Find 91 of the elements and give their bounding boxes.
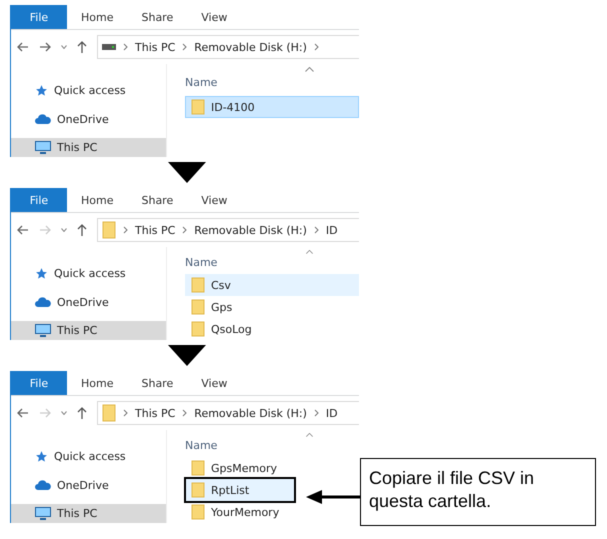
ribbon-tab[interactable]: Share [127, 188, 188, 212]
breadcrumb-separator-icon [314, 409, 319, 417]
nav-item[interactable]: Quick access [11, 447, 166, 466]
folder-name: Csv [211, 278, 231, 292]
ribbon-tab[interactable]: Share [127, 371, 188, 395]
nav-item[interactable]: Quick access [11, 264, 166, 283]
folder-icon [191, 482, 205, 498]
ribbon-tab[interactable]: File [11, 371, 67, 395]
breadcrumb-separator-icon [182, 226, 188, 234]
up-arrow-icon[interactable] [77, 41, 87, 53]
breadcrumb-separator-icon [123, 409, 128, 417]
star-icon [35, 84, 48, 97]
down-arrow-icon [168, 162, 206, 183]
folder-icon [191, 99, 205, 115]
up-arrow-icon[interactable] [77, 224, 87, 236]
ribbon-tab[interactable]: View [187, 188, 242, 212]
breadcrumb[interactable]: Removable Disk (H:) [194, 406, 307, 420]
back-icon[interactable] [17, 408, 29, 418]
file-row[interactable]: ID-4100 [185, 96, 359, 118]
address-bar[interactable]: This PC Removable Disk (H:) ID [97, 218, 359, 242]
nav-item[interactable]: OneDrive [11, 110, 166, 128]
nav-item[interactable]: This PC [11, 138, 166, 157]
ribbon-tab[interactable]: View [187, 5, 242, 29]
file-row[interactable]: QsoLog [185, 318, 359, 340]
cloud-icon [35, 114, 51, 124]
folder-name: QsoLog [211, 322, 252, 336]
breadcrumb[interactable]: This PC [135, 406, 176, 420]
breadcrumb-separator-icon [314, 226, 319, 234]
down-arrow-icon [168, 345, 206, 366]
nav-item[interactable]: OneDrive [11, 292, 166, 312]
breadcrumb-separator-icon [182, 409, 188, 417]
folder-icon [191, 299, 205, 315]
breadcrumb-separator-icon [123, 226, 128, 234]
caret-icon[interactable] [61, 45, 67, 49]
cloud-icon [35, 297, 51, 307]
address-bar[interactable]: This PC Removable Disk (H:) ID [97, 401, 359, 425]
file-row[interactable]: Csv [185, 274, 359, 296]
star-icon [35, 450, 48, 463]
monitor-icon [35, 324, 51, 338]
breadcrumb[interactable]: This PC [135, 40, 176, 54]
forward-icon[interactable] [39, 42, 51, 52]
breadcrumb[interactable]: Removable Disk (H:) [194, 224, 307, 236]
folder-icon [191, 277, 205, 293]
file-row[interactable]: YourMemory [185, 501, 359, 523]
nav-item[interactable]: This PC [11, 504, 166, 523]
nav-item[interactable]: This PC [11, 321, 166, 340]
breadcrumb-separator-icon [314, 43, 319, 51]
ribbon-tab[interactable]: Home [67, 188, 128, 212]
caret-icon[interactable] [61, 411, 67, 415]
sort-caret-icon [305, 433, 314, 437]
file-row[interactable]: Gps [185, 296, 359, 318]
ribbon-tab[interactable]: File [11, 188, 67, 212]
monitor-icon [35, 507, 51, 520]
address-bar[interactable]: This PC Removable Disk (H:) [97, 35, 359, 59]
star-icon [35, 266, 48, 280]
breadcrumb[interactable]: Removable Disk (H:) [194, 40, 307, 54]
ribbon-tab[interactable]: Share [127, 5, 188, 29]
monitor-icon [35, 141, 51, 154]
breadcrumb[interactable]: ID [326, 406, 338, 420]
column-header[interactable]: Name [185, 72, 359, 92]
callout-text: Copiare il file CSV in questa cartella. [360, 458, 596, 526]
cloud-icon [35, 480, 51, 490]
column-header[interactable]: Name [185, 437, 359, 453]
breadcrumb[interactable]: ID [326, 224, 338, 236]
file-row[interactable]: GpsMemory [185, 457, 359, 479]
ribbon-tab[interactable]: View [187, 371, 242, 395]
sort-caret-icon [305, 250, 314, 254]
breadcrumb-separator-icon [123, 43, 128, 51]
column-header[interactable]: Name [185, 254, 359, 270]
folder-icon [191, 504, 205, 520]
back-icon[interactable] [17, 42, 29, 52]
folder-icon [191, 321, 205, 337]
back-icon[interactable] [17, 225, 29, 235]
pointer-arrow [306, 490, 360, 504]
folder-name: RptList [211, 484, 250, 496]
breadcrumb-separator-icon [182, 43, 188, 51]
ribbon-tab[interactable]: Home [67, 5, 128, 29]
folder-icon [191, 460, 205, 476]
breadcrumb[interactable]: This PC [135, 224, 176, 236]
folder-name: ID-4100 [211, 100, 255, 114]
sort-caret-icon [305, 67, 314, 72]
ribbon-tab[interactable]: File [11, 5, 67, 29]
folder-name: GpsMemory [211, 462, 277, 474]
nav-item[interactable]: OneDrive [11, 476, 166, 494]
up-arrow-icon[interactable] [77, 407, 87, 419]
nav-item[interactable]: Quick access [11, 81, 166, 100]
folder-name: Gps [211, 300, 232, 314]
ribbon-tab[interactable]: Home [67, 371, 128, 395]
caret-icon[interactable] [61, 228, 67, 232]
folder-name: YourMemory [211, 506, 280, 518]
file-row[interactable]: RptList [184, 477, 296, 503]
